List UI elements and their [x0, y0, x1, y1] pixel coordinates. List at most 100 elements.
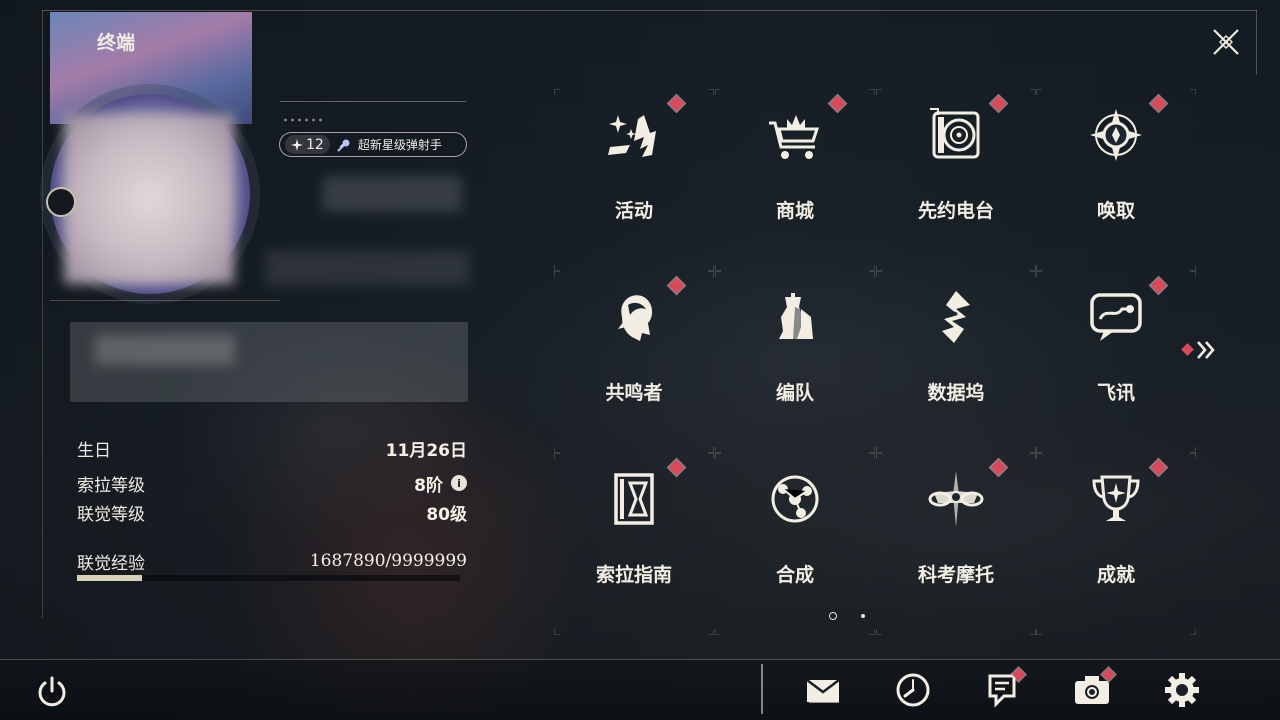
menu-item-2[interactable]: 商城 [715, 89, 875, 271]
cell-corner [1190, 271, 1196, 277]
menu-item-4[interactable]: 唤取 [1036, 89, 1196, 271]
cell-corner [1036, 271, 1042, 277]
trophy-icon [1086, 469, 1146, 529]
profile-divider [50, 300, 280, 301]
menu-item-label: 唤取 [1096, 200, 1135, 222]
data-dock-icon [926, 287, 986, 347]
cell-corner [554, 629, 560, 635]
settings-gear-button[interactable] [1162, 670, 1202, 710]
cell-corner [1036, 89, 1042, 95]
exp-progress-bar [77, 575, 460, 581]
cell-corner [715, 89, 721, 95]
synthesis-ring-icon [765, 469, 825, 529]
menu-item-label: 科考摩托 [917, 564, 994, 586]
exp-label: 联觉经验 [77, 553, 145, 574]
cell-corner [876, 89, 882, 95]
exp-progress-fill [77, 575, 142, 581]
stat-value: 11月26日 [385, 440, 467, 461]
frame-line-left [42, 10, 43, 618]
cell-corner [708, 453, 714, 459]
menu-item-11[interactable]: 科考摩托 [876, 453, 1036, 635]
toolbar-divider [761, 664, 763, 714]
cell-corner [554, 271, 560, 277]
menu-item-label: 先约电台 [917, 200, 994, 222]
stat-sola-level: 索拉等级 8阶 i [77, 471, 467, 496]
cell-corner [869, 453, 875, 459]
comet-icon [337, 139, 350, 152]
menu-item-9[interactable]: 索拉指南 [554, 453, 714, 635]
motorbike-icon [926, 469, 986, 529]
shopping-cart-icon [765, 105, 825, 165]
menu-item-6[interactable]: 编队 [715, 271, 875, 453]
menu-item-5[interactable]: 共鸣者 [554, 271, 714, 453]
sparkle-stripes-icon [604, 105, 664, 165]
cell-corner [869, 89, 875, 95]
name-divider [280, 101, 466, 102]
menu-item-label: 索拉指南 [595, 564, 672, 586]
menu-item-label: 飞讯 [1096, 382, 1135, 404]
avatar [64, 114, 234, 284]
page-indicator-1[interactable] [829, 612, 837, 620]
exp-value: 1687890/9999999 [309, 551, 467, 571]
chat-bubble-icon [1086, 287, 1146, 347]
notice-button[interactable] [982, 668, 1025, 710]
frame-line-top [42, 10, 1257, 11]
menu-item-10[interactable]: 合成 [715, 453, 875, 635]
player-id-redacted [265, 250, 470, 286]
stat-value-wrap: 8阶 i [414, 471, 467, 496]
radio-speaker-icon [926, 105, 986, 165]
notification-badge [990, 95, 1007, 112]
menu-item-12[interactable]: 成就 [1036, 453, 1196, 635]
menu-item-1[interactable]: 活动 [554, 89, 714, 271]
info-icon[interactable]: i [451, 475, 467, 491]
character-head-icon [604, 287, 664, 347]
mail-button[interactable] [803, 670, 843, 710]
chess-pieces-icon [765, 287, 825, 347]
decorative-dots [282, 118, 322, 122]
guide-book-icon [604, 469, 664, 529]
notification-badge [990, 459, 1007, 476]
player-name-redacted [322, 176, 462, 212]
close-x-icon[interactable] [1206, 22, 1246, 62]
cell-corner [708, 89, 714, 95]
notification-badge [1150, 95, 1167, 112]
avatar-edit-dot[interactable] [46, 187, 76, 217]
clock-button[interactable] [893, 670, 933, 710]
page-indicator-2[interactable] [861, 614, 865, 618]
mail-icon [803, 670, 843, 710]
cell-corner [876, 271, 882, 277]
stat-value: 80级 [426, 504, 467, 525]
cell-corner [1190, 453, 1196, 459]
cell-corner [554, 89, 560, 95]
double-chevron-right-icon[interactable] [1178, 338, 1222, 362]
clock-icon [893, 670, 933, 710]
menu-item-label: 数据坞 [927, 382, 985, 404]
cell-corner [869, 629, 875, 635]
notification-badge [668, 95, 685, 112]
cell-corner [1036, 453, 1042, 459]
notification-badge [1150, 459, 1167, 476]
cell-corner [1036, 629, 1042, 635]
cell-corner [876, 453, 882, 459]
menu-item-8[interactable]: 飞讯 [1036, 271, 1196, 453]
stat-label: 生日 [77, 440, 111, 461]
stat-value: 8阶 [414, 475, 443, 496]
sparkle-icon [291, 138, 303, 151]
cell-corner [708, 271, 714, 277]
frame-line-right [1256, 10, 1257, 75]
menu-item-7[interactable]: 数据坞 [876, 271, 1036, 453]
signature-redacted [95, 335, 235, 365]
stat-label: 联觉等级 [77, 504, 145, 525]
stat-union-level: 联觉等级 80级 [77, 501, 467, 525]
title-badge-label: 超新星级弹射手 [357, 138, 442, 152]
profile-portrait[interactable] [50, 12, 252, 302]
title-badge[interactable]: 12 超新星级弹射手 [279, 132, 467, 157]
cell-corner [715, 271, 721, 277]
notification-badge [668, 277, 685, 294]
notification-badge [1150, 277, 1167, 294]
power-icon[interactable] [32, 672, 72, 712]
menu-item-label: 活动 [614, 200, 653, 222]
camera-button[interactable] [1072, 668, 1115, 710]
cell-corner [554, 453, 560, 459]
menu-item-3[interactable]: 先约电台 [876, 89, 1036, 271]
